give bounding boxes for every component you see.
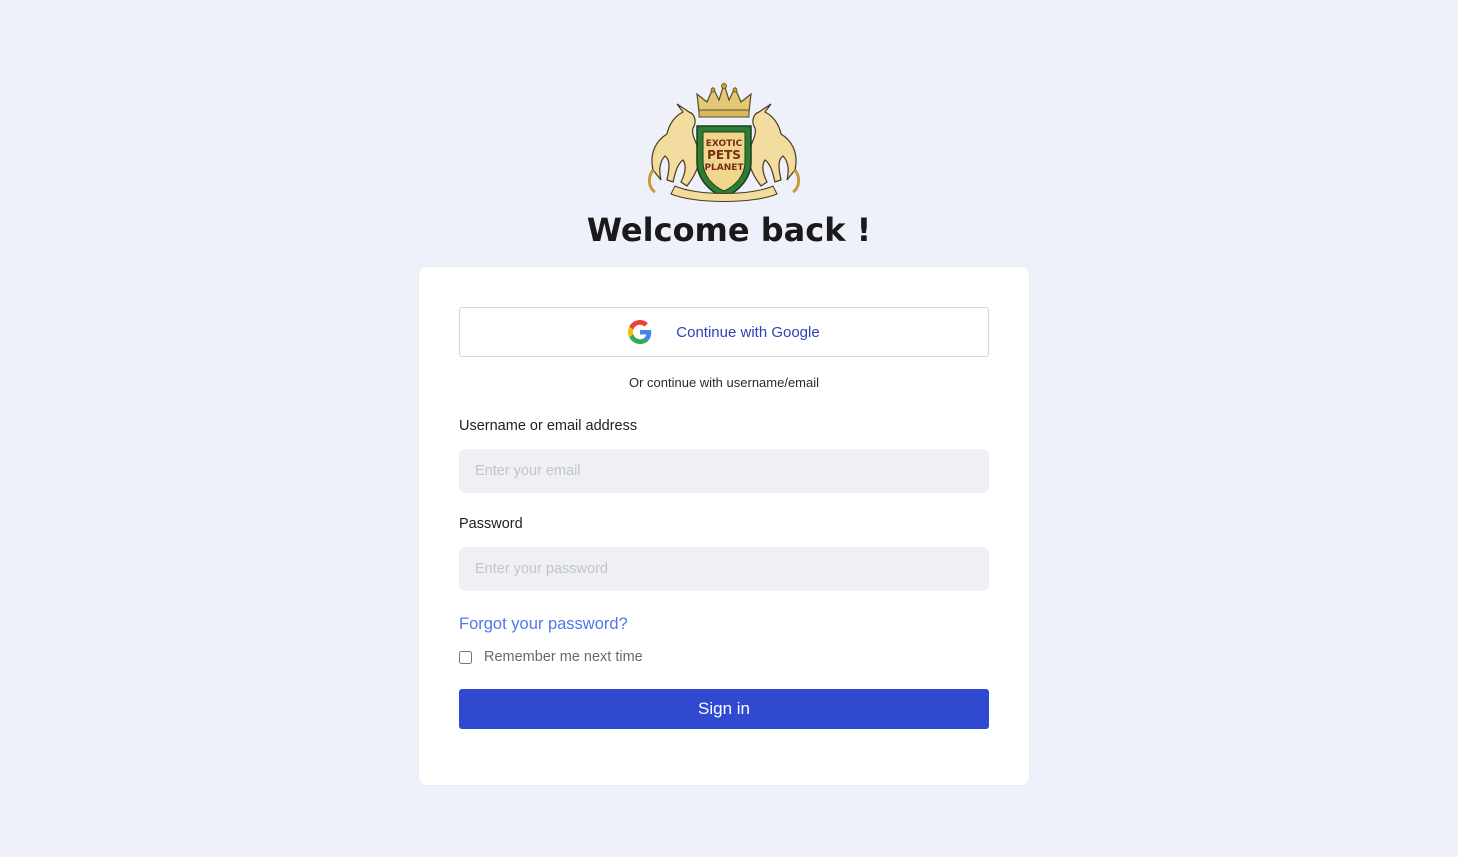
forgot-password-link[interactable]: Forgot your password? — [459, 615, 628, 634]
password-label: Password — [459, 516, 523, 532]
crown-icon — [696, 82, 752, 118]
left-unicorn-icon — [647, 103, 700, 194]
right-unicorn-icon — [748, 103, 801, 194]
password-input[interactable] — [459, 547, 989, 591]
logo-text-planet: PLANET — [704, 163, 744, 173]
shield-icon: EXOTIC PETS PLANET — [696, 125, 752, 199]
google-button-label: Continue with Google — [676, 323, 820, 341]
logo-text-pets: PETS — [707, 148, 741, 162]
sign-in-button[interactable]: Sign in — [459, 689, 989, 729]
login-card: Continue with Google Or continue with us… — [419, 267, 1029, 785]
welcome-heading: Welcome back ! — [586, 211, 872, 249]
remember-me-label: Remember me next time — [484, 649, 643, 665]
google-signin-button[interactable]: Continue with Google — [459, 307, 989, 357]
username-label: Username or email address — [459, 418, 638, 434]
remember-me-row: Remember me next time — [459, 649, 643, 665]
divider-text: Or continue with username/email — [628, 375, 820, 390]
exotic-pets-planet-logo: EXOTIC PETS PLANET — [647, 82, 801, 202]
remember-me-checkbox[interactable] — [459, 650, 472, 664]
google-g-icon — [628, 320, 652, 344]
username-input[interactable] — [459, 449, 989, 493]
